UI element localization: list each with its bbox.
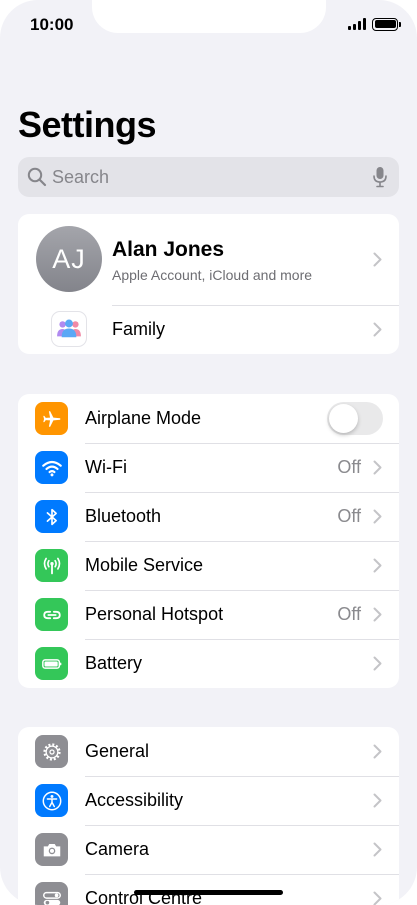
- bluetooth-row[interactable]: Bluetooth Off: [18, 492, 399, 541]
- control-centre-icon: [35, 882, 68, 905]
- chevron-right-icon: [373, 607, 382, 622]
- account-section: AJ Alan Jones Apple Account, iCloud and …: [18, 214, 399, 354]
- accessibility-row[interactable]: Accessibility: [18, 776, 399, 825]
- divider: [85, 443, 399, 444]
- divider: [85, 776, 399, 777]
- divider: [112, 305, 399, 306]
- page-title: Settings: [18, 104, 157, 145]
- camera-label: Camera: [85, 839, 150, 859]
- account-subtitle: Apple Account, iCloud and more: [112, 267, 313, 283]
- chevron-right-icon: [373, 322, 382, 337]
- wifi-status: Off: [337, 457, 361, 477]
- bluetooth-label: Bluetooth: [85, 506, 162, 526]
- wifi-row[interactable]: Wi-Fi Off: [18, 443, 399, 492]
- cellular-signal-icon: [348, 18, 366, 30]
- status-time: 10:00: [30, 15, 74, 34]
- home-indicator[interactable]: [134, 890, 283, 895]
- personal-hotspot-label: Personal Hotspot: [85, 604, 224, 624]
- chevron-right-icon: [373, 558, 382, 573]
- divider: [85, 874, 399, 875]
- chevron-right-icon: [373, 744, 382, 759]
- antenna-icon: [35, 549, 68, 582]
- mobile-service-label: Mobile Service: [85, 555, 204, 575]
- mobile-service-row[interactable]: Mobile Service: [18, 541, 399, 590]
- personal-hotspot-row[interactable]: Personal Hotspot Off: [18, 590, 399, 639]
- airplane-mode-row: Airplane Mode: [18, 394, 399, 443]
- status-icons: [348, 17, 401, 31]
- divider: [85, 639, 399, 640]
- bluetooth-status: Off: [337, 506, 361, 526]
- divider: [85, 825, 399, 826]
- microphone-icon[interactable]: [372, 166, 388, 188]
- accessibility-label: Accessibility: [85, 790, 184, 810]
- wifi-icon: [35, 451, 68, 484]
- battery-row[interactable]: Battery: [18, 639, 399, 688]
- gear-icon: [35, 735, 68, 768]
- search-bar[interactable]: [18, 157, 399, 197]
- battery-icon: [35, 647, 68, 680]
- search-icon: [27, 167, 47, 187]
- account-name: Alan Jones: [112, 238, 225, 261]
- accessibility-icon: [35, 784, 68, 817]
- personal-hotspot-status: Off: [337, 604, 361, 624]
- chevron-right-icon: [373, 842, 382, 857]
- battery-label: Battery: [85, 653, 143, 673]
- hotspot-icon: [35, 598, 68, 631]
- airplane-mode-label: Airplane Mode: [85, 408, 202, 428]
- general-label: General: [85, 741, 150, 761]
- family-icon: [51, 311, 87, 347]
- camera-row[interactable]: Camera: [18, 825, 399, 874]
- search-input[interactable]: [52, 157, 372, 197]
- chevron-right-icon: [373, 509, 382, 524]
- chevron-right-icon: [373, 891, 382, 905]
- chevron-right-icon: [373, 793, 382, 808]
- system-section: General Accessibility Camera Control Cen…: [18, 727, 399, 905]
- chevron-right-icon: [373, 460, 382, 475]
- chevron-right-icon: [373, 656, 382, 671]
- airplane-icon: [35, 402, 68, 435]
- apple-account-row[interactable]: AJ Alan Jones Apple Account, iCloud and …: [18, 214, 399, 305]
- chevron-right-icon: [373, 252, 382, 267]
- connectivity-section: Airplane Mode Wi-Fi Off Bluetooth Off Mo…: [18, 394, 399, 688]
- general-row[interactable]: General: [18, 727, 399, 776]
- divider: [85, 541, 399, 542]
- wifi-label: Wi-Fi: [85, 457, 127, 477]
- divider: [85, 590, 399, 591]
- notch: [92, 0, 326, 33]
- battery-status-icon: [372, 17, 401, 31]
- divider: [85, 492, 399, 493]
- family-row[interactable]: Family: [18, 305, 399, 354]
- airplane-mode-toggle[interactable]: [327, 402, 383, 435]
- family-label: Family: [112, 319, 165, 339]
- bluetooth-icon: [35, 500, 68, 533]
- settings-screen: 10:00 Settings AJ Alan Jones Apple Accou…: [0, 0, 417, 905]
- camera-icon: [35, 833, 68, 866]
- avatar: AJ: [36, 226, 102, 292]
